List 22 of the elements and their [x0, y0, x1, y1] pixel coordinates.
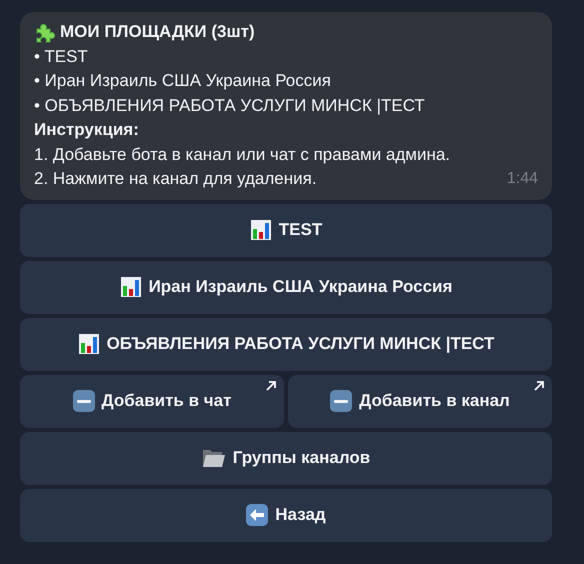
list-item: • Иран Израиль США Украина Россия — [34, 70, 332, 92]
keyboard-button[interactable]: Добавить в канал — [288, 374, 552, 428]
external-arrow-icon — [534, 380, 544, 390]
external-arrow-icon — [266, 380, 276, 390]
list-item: • ОБЪЯВЛЕНИЯ РАБОТА УСЛУГИ МИНСК |ТЕСТ — [34, 94, 426, 117]
instruction-step: 1. Добавьте бота в канал или чат с правами админа. — [34, 142, 538, 167]
bar-chart-icon — [78, 333, 100, 355]
keyboard-button[interactable]: Назад — [20, 488, 552, 542]
keyboard-button[interactable]: Иран Израиль США Украина Россия — [20, 260, 552, 314]
bar-chart-icon — [120, 276, 142, 298]
keyboard-button[interactable]: Добавить в чат — [20, 374, 284, 428]
list-item: • TEST — [34, 46, 89, 68]
message-title: МОИ ПЛОЩАДКИ (3шт) — [60, 21, 255, 43]
folder-icon — [202, 447, 226, 469]
instruction-step: 2. Нажмите на канал для удаления. — [34, 167, 317, 192]
keyboard-button[interactable]: ОБЪЯВЛЕНИЯ РАБОТА УСЛУГИ МИНСК |ТЕСТ — [20, 318, 552, 370]
instruction-heading: Инструкция: — [34, 119, 140, 141]
keyboard-button[interactable]: TEST — [20, 204, 552, 256]
puzzle-icon — [34, 21, 56, 44]
bar-chart-icon — [250, 219, 272, 241]
message-time: 1:44 — [506, 169, 538, 189]
keyboard-button[interactable]: Группы каналов — [20, 432, 552, 484]
